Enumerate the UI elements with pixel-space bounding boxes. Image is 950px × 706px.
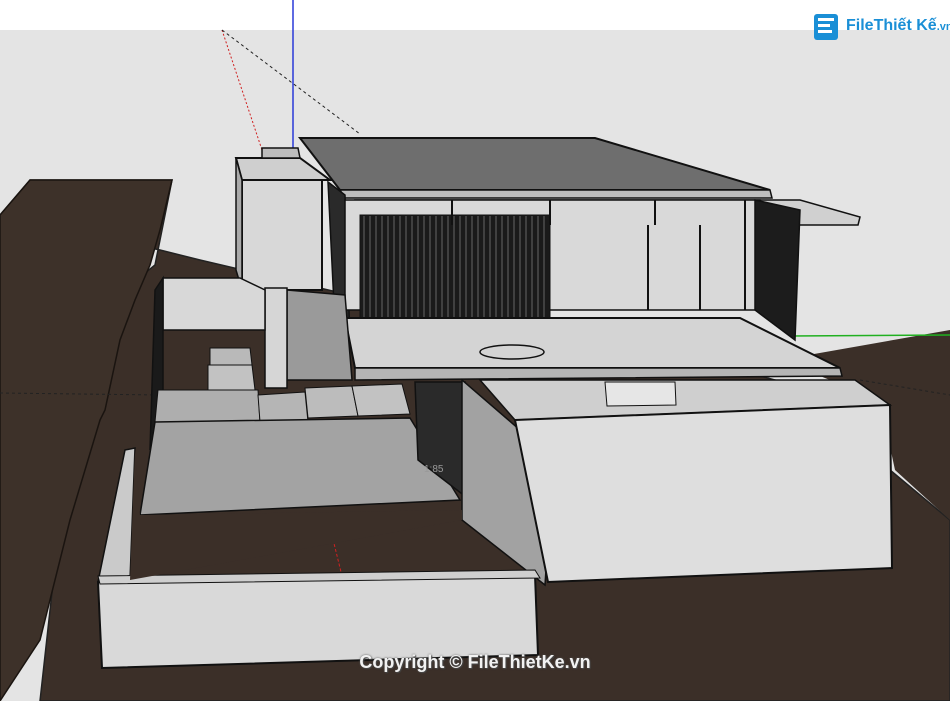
brand-watermark: FileThiết Kế.vn	[812, 12, 950, 46]
stair-step	[257, 391, 309, 423]
brand-name: FileThiết Kế.vn	[846, 17, 950, 34]
upper-step-box	[261, 147, 301, 159]
model-canvas[interactable]	[0, 0, 950, 703]
axis-green	[789, 334, 950, 337]
ground-floor-glass	[286, 289, 353, 381]
dimension-label: 1:85	[424, 464, 444, 475]
copyright-text: Copyright © FileThietKe.vn	[359, 652, 591, 672]
right-block-front	[513, 403, 894, 584]
upper-box-front	[241, 179, 323, 291]
left-boundary-wall-top	[162, 277, 266, 331]
stair-step	[209, 347, 253, 366]
courtyard-floor	[139, 417, 462, 516]
stair-step	[154, 389, 261, 423]
file-logo-icon	[814, 14, 838, 40]
sketchup-viewport[interactable]: 1:85 FileThiết Kế.vn Copyright © FileThi…	[0, 0, 950, 703]
ground-floor-pillar	[264, 287, 288, 389]
right-block-inner	[604, 381, 677, 407]
stair-step	[351, 383, 411, 417]
upper-box-side	[235, 157, 243, 291]
roof-slab-edge	[338, 189, 773, 199]
stair-step	[207, 364, 256, 391]
stair-step	[304, 385, 359, 419]
